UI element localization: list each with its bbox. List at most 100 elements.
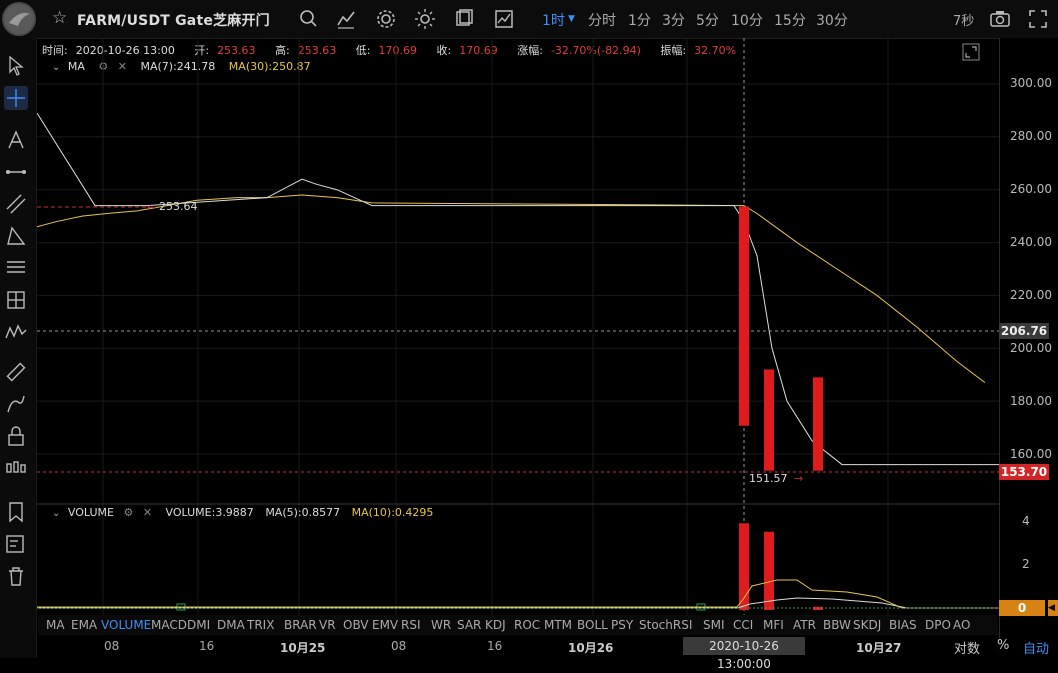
time-axis[interactable]: 08 16 10月25 08 16 10月26 10月27 bbox=[38, 636, 998, 658]
bookmark-icon[interactable] bbox=[4, 500, 28, 524]
triangle-icon[interactable] bbox=[4, 224, 28, 248]
chevron-right-icon[interactable]: ◀ bbox=[1048, 600, 1058, 616]
indicator-ema[interactable]: EMA bbox=[71, 618, 97, 632]
symbol-title[interactable]: FARM/USDT Gate芝麻开门 bbox=[77, 10, 270, 30]
svg-text:←: ← bbox=[147, 201, 156, 214]
price-label: 240.00 bbox=[1010, 235, 1052, 249]
volume-legend: ⌄ VOLUME ⚙ ✕ VOLUME:3.9887 MA(5):0.8577 … bbox=[52, 506, 433, 519]
parallel-lines-icon[interactable] bbox=[4, 192, 28, 216]
close-icon[interactable]: ✕ bbox=[143, 506, 152, 519]
timeframe-tick[interactable]: 分时 bbox=[588, 10, 616, 30]
timeframe-1h[interactable]: 1时 bbox=[542, 10, 565, 30]
volume-ma5-value: MA(5):0.8577 bbox=[265, 506, 341, 519]
indicator-roc[interactable]: ROC bbox=[514, 618, 540, 632]
indicator-vr[interactable]: VR bbox=[319, 618, 336, 632]
refresh-interval[interactable]: 7秒 bbox=[953, 10, 974, 29]
chevron-down-icon[interactable]: ⌄ bbox=[52, 508, 60, 519]
log-scale-toggle[interactable]: 对数 bbox=[954, 638, 980, 657]
volume-name: VOLUME bbox=[67, 506, 114, 519]
indicator-trix[interactable]: TRIX bbox=[247, 618, 274, 632]
timeframe-3m[interactable]: 3分 bbox=[662, 10, 685, 30]
wave-icon[interactable] bbox=[4, 320, 28, 344]
timeframe-5m[interactable]: 5分 bbox=[696, 10, 719, 30]
indicator-kdj[interactable]: KDJ bbox=[485, 618, 506, 632]
indicator-stochrsi[interactable]: StochRSI bbox=[639, 618, 692, 632]
settings-icon[interactable] bbox=[375, 8, 397, 30]
chevron-down-icon[interactable]: ▼ bbox=[568, 14, 575, 24]
candle[interactable] bbox=[813, 377, 823, 471]
timeframe-10m[interactable]: 10分 bbox=[731, 10, 763, 30]
indicator-rsi[interactable]: RSI bbox=[401, 618, 421, 632]
ruler-icon[interactable] bbox=[4, 360, 28, 384]
drawing-toolbar bbox=[0, 38, 37, 658]
indicator-atr[interactable]: ATR bbox=[793, 618, 816, 632]
volume-bar[interactable] bbox=[739, 523, 749, 610]
indicator-boll[interactable]: BOLL bbox=[577, 618, 608, 632]
camera-icon[interactable] bbox=[989, 8, 1011, 30]
indicator-skdj[interactable]: SKDJ bbox=[853, 618, 881, 632]
indicator-ao[interactable]: AO bbox=[953, 618, 970, 632]
price-label: 300.00 bbox=[1010, 76, 1052, 90]
indicator-icon[interactable] bbox=[335, 8, 357, 30]
last-volume-tag: 0 bbox=[999, 600, 1045, 616]
indicator-smi[interactable]: SMI bbox=[703, 618, 725, 632]
search-icon[interactable] bbox=[298, 8, 320, 30]
theme-icon[interactable] bbox=[414, 8, 436, 30]
star-icon[interactable]: ☆ bbox=[52, 8, 67, 28]
candle[interactable] bbox=[739, 206, 749, 426]
volume-bar[interactable] bbox=[764, 531, 774, 610]
price-label: 280.00 bbox=[1010, 129, 1052, 143]
indicator-macd[interactable]: MACD bbox=[151, 618, 187, 632]
indicator-emv[interactable]: EMV bbox=[372, 618, 398, 632]
crosshair-time-tag: 2020-10-26 13:00:00 bbox=[683, 637, 805, 671]
copy-icon[interactable] bbox=[453, 8, 475, 30]
pen-icon[interactable] bbox=[4, 392, 28, 416]
indicator-wr[interactable]: WR bbox=[431, 618, 451, 632]
volume-axis-label: 4 bbox=[1022, 514, 1030, 528]
indicator-volume[interactable]: VOLUME bbox=[101, 618, 151, 632]
indicator-ma[interactable]: MA bbox=[46, 618, 65, 632]
crosshair-icon[interactable] bbox=[4, 86, 28, 110]
edit-list-icon[interactable] bbox=[4, 532, 28, 556]
text-icon[interactable] bbox=[4, 128, 28, 152]
indicator-obv[interactable]: OBV bbox=[343, 618, 369, 632]
lock-icon[interactable] bbox=[4, 424, 28, 448]
indicator-bias[interactable]: BIAS bbox=[889, 618, 917, 632]
timeframe-1m[interactable]: 1分 bbox=[628, 10, 651, 30]
ma7-line bbox=[37, 112, 999, 466]
indicator-dpo[interactable]: DPO bbox=[925, 618, 951, 632]
candle[interactable] bbox=[764, 369, 774, 471]
indicator-dmi[interactable]: DMI bbox=[187, 618, 210, 632]
indicator-bbw[interactable]: BBW bbox=[823, 618, 851, 632]
indicator-mfi[interactable]: MFI bbox=[763, 618, 784, 632]
gear-icon[interactable]: ⚙ bbox=[123, 506, 133, 519]
svg-text:→: → bbox=[794, 472, 803, 485]
grid-icon[interactable] bbox=[4, 288, 28, 312]
fullscreen-icon[interactable] bbox=[1027, 8, 1049, 30]
indicator-cci[interactable]: CCI bbox=[733, 618, 753, 632]
horizontal-line-icon[interactable] bbox=[4, 160, 28, 184]
chart-icon[interactable] bbox=[493, 8, 515, 30]
volume-ma10-value: MA(10):0.4295 bbox=[351, 506, 434, 519]
time-label: 16 bbox=[199, 639, 215, 653]
time-label: 08 bbox=[104, 639, 120, 653]
percent-scale-toggle[interactable]: % bbox=[997, 638, 1009, 653]
fib-icon[interactable] bbox=[4, 256, 28, 280]
price-label: 160.00 bbox=[1010, 447, 1052, 461]
auto-scale-toggle[interactable]: 自动 bbox=[1023, 638, 1049, 657]
candles-icon[interactable] bbox=[4, 456, 28, 480]
indicator-sar[interactable]: SAR bbox=[457, 618, 481, 632]
indicator-mtm[interactable]: MTM bbox=[544, 618, 572, 632]
ma30-line bbox=[37, 194, 986, 384]
trash-icon[interactable] bbox=[4, 564, 28, 588]
cursor-icon[interactable] bbox=[4, 54, 28, 78]
indicator-psy[interactable]: PSY bbox=[611, 618, 633, 632]
indicator-dma[interactable]: DMA bbox=[217, 618, 245, 632]
indicator-brar[interactable]: BRAR bbox=[284, 618, 317, 632]
volume-value: VOLUME:3.9887 bbox=[165, 506, 254, 519]
price-chart[interactable]: ← 253.64 151.57 → bbox=[37, 38, 999, 638]
timeframe-30m[interactable]: 30分 bbox=[816, 10, 848, 30]
high-annotation: 253.64 bbox=[159, 200, 198, 213]
timeframe-15m[interactable]: 15分 bbox=[774, 10, 806, 30]
top-toolbar: ☆ FARM/USDT Gate芝麻开门 1时 ▼ 分时 1分 3分 5分 10… bbox=[0, 0, 1058, 39]
